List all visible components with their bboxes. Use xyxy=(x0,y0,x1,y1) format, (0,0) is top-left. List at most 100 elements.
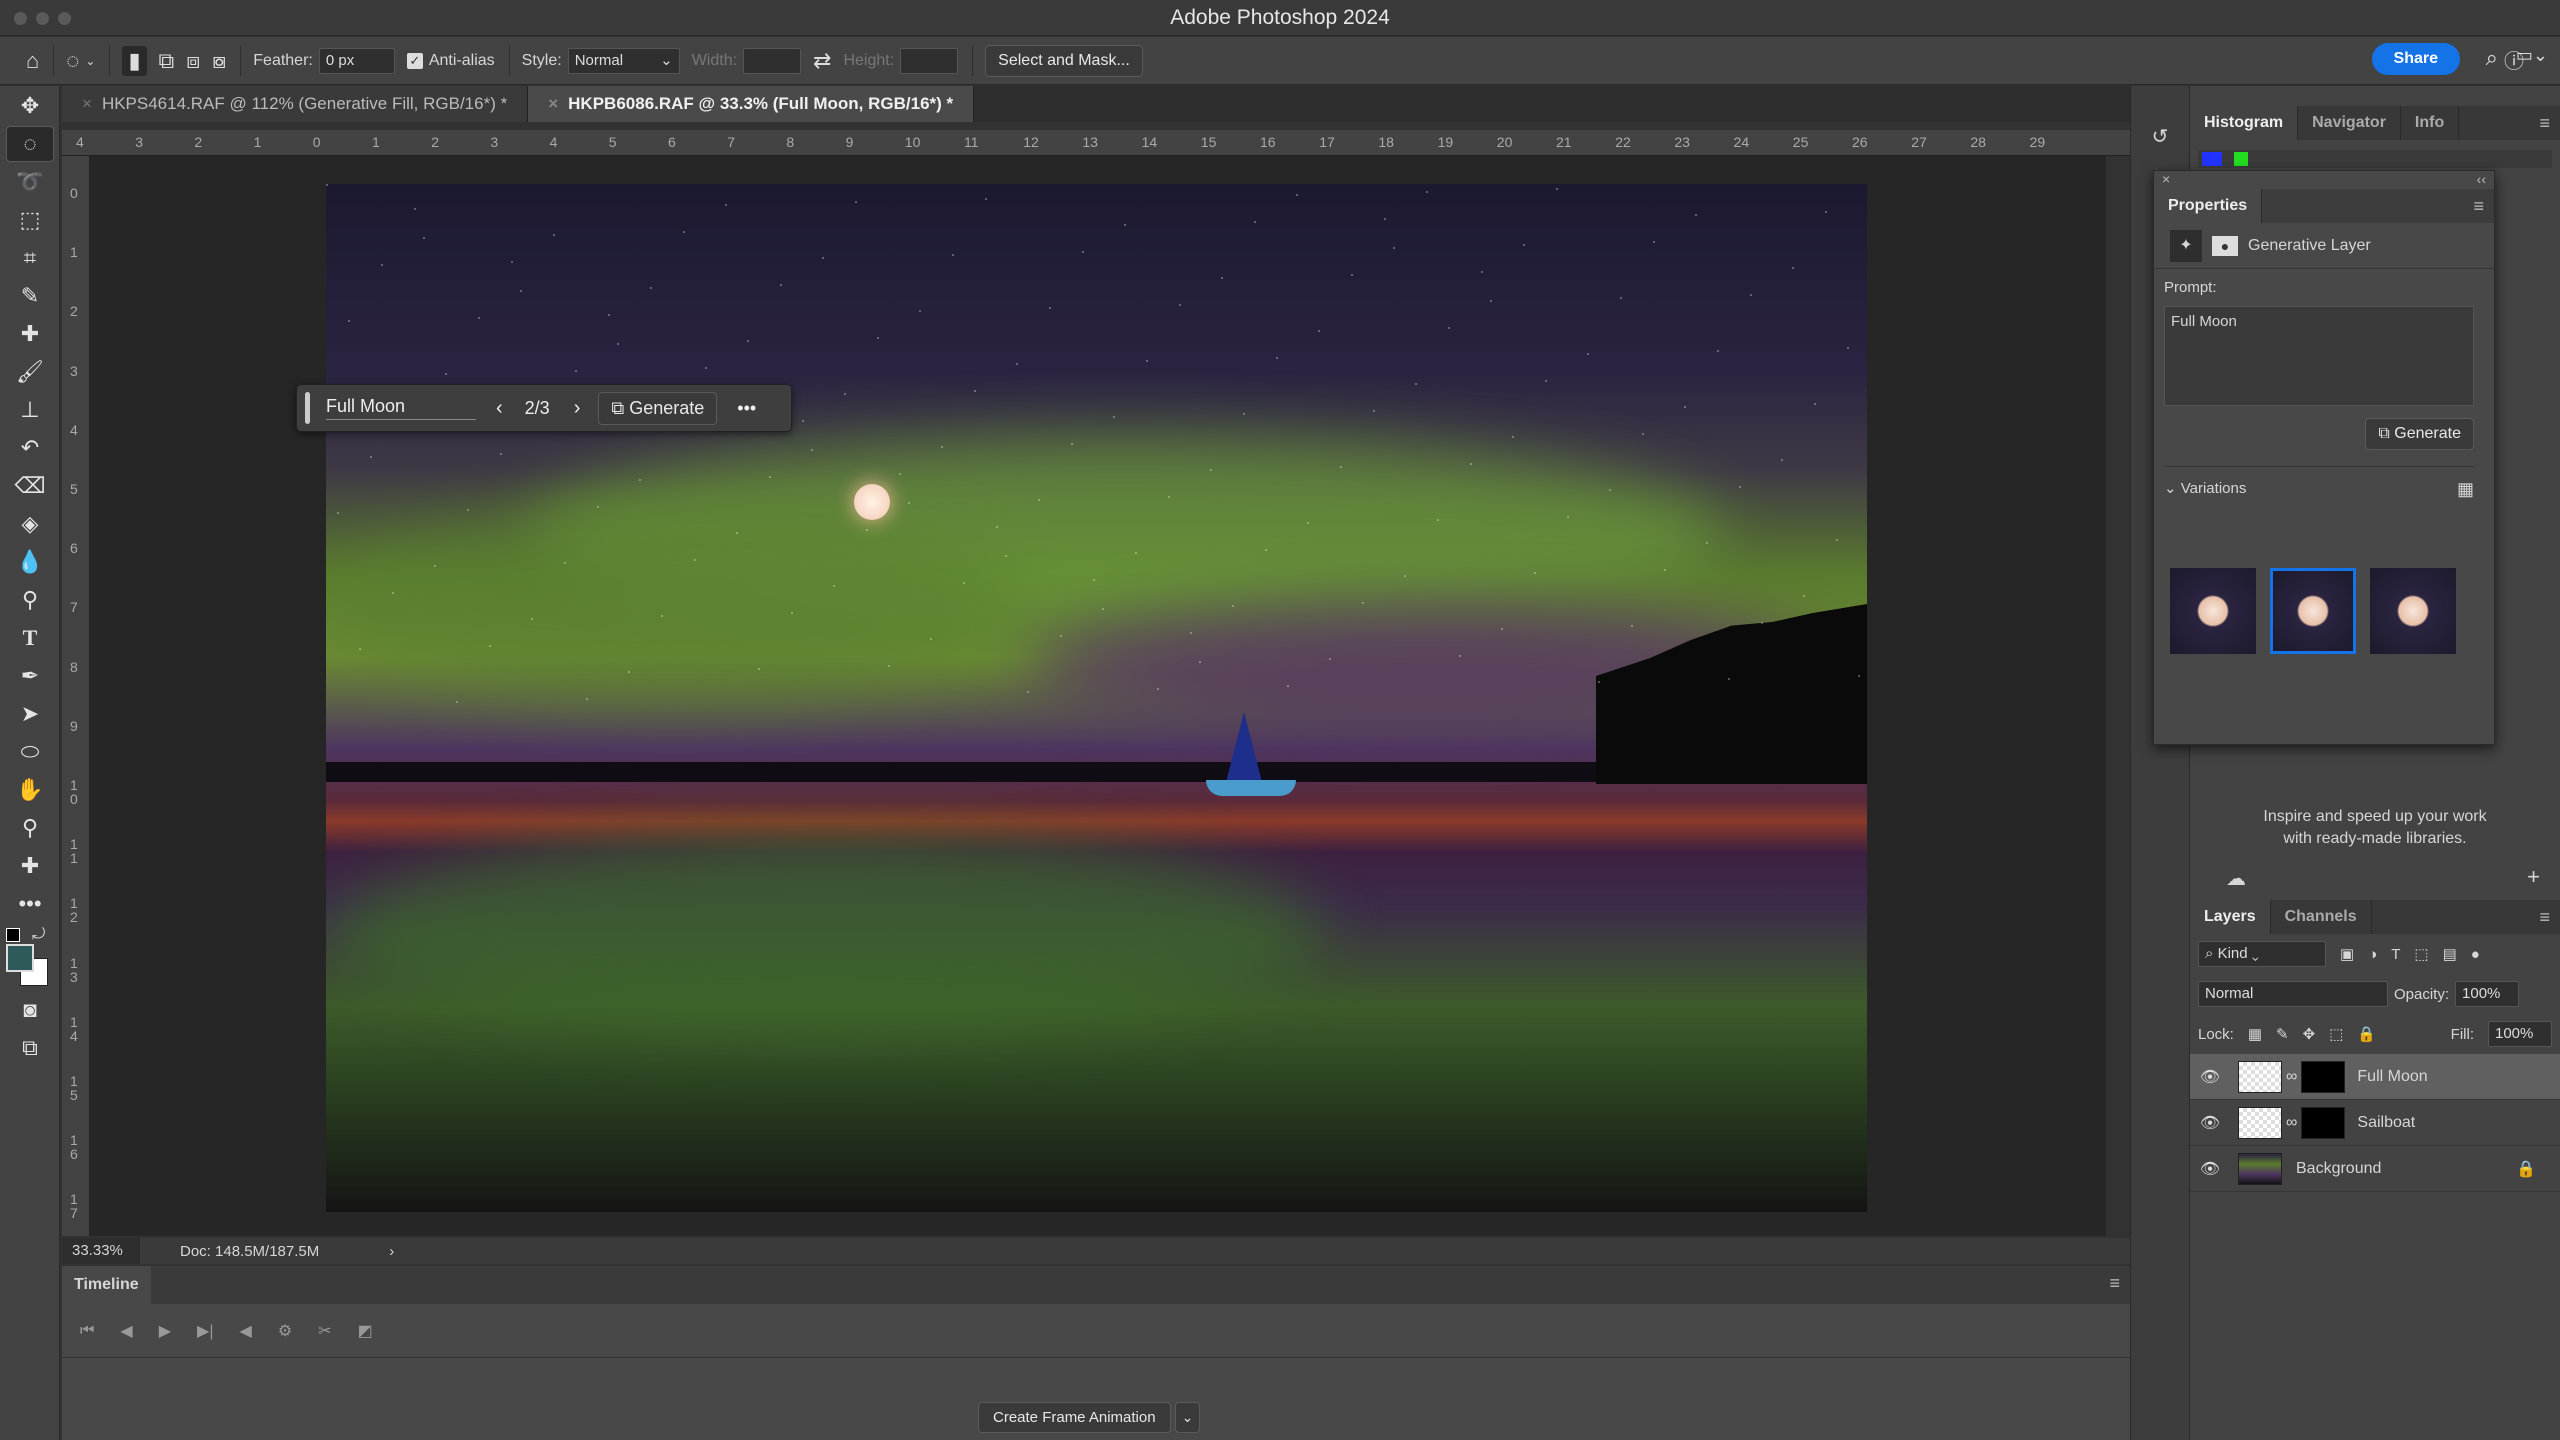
elliptical-marquee-preset-icon[interactable]: ◌ ⌄ xyxy=(66,48,95,74)
swap-colors-icon[interactable]: ⤾ xyxy=(32,926,45,944)
tab-info[interactable]: Info xyxy=(2401,106,2460,140)
link-icon[interactable]: ∞ xyxy=(2286,1068,2297,1086)
lock-artboard-icon[interactable]: ⬚ xyxy=(2329,1025,2343,1043)
previous-variation-button[interactable]: ‹ xyxy=(496,397,503,420)
timeline-tab[interactable]: Timeline xyxy=(62,1266,151,1304)
lock-transparent-icon[interactable]: ▦ xyxy=(2248,1025,2262,1043)
layer-sailboat[interactable]: 👁 ∞ Sailboat xyxy=(2190,1100,2560,1146)
add-library-icon[interactable]: + xyxy=(2527,864,2540,890)
panel-menu-icon[interactable]: ≡ xyxy=(2539,900,2550,934)
remove-tool-icon[interactable]: ✚ xyxy=(6,848,54,884)
tab-properties[interactable]: Properties xyxy=(2154,189,2263,223)
cloud-icon[interactable]: ☁ xyxy=(2226,866,2246,891)
next-variation-button[interactable]: › xyxy=(574,397,581,420)
animation-type-dropdown[interactable]: ⌄ xyxy=(1174,1402,1201,1433)
screen-mode-icon[interactable]: ⧉ xyxy=(6,1030,54,1066)
eraser-tool-icon[interactable]: ⌫ xyxy=(6,468,54,504)
workspace-icon[interactable]: ▭⌄ xyxy=(2516,45,2548,66)
height-input[interactable] xyxy=(900,47,959,74)
window-zoom-button[interactable] xyxy=(58,12,71,25)
tab-document-2[interactable]: × HKPB6086.RAF @ 33.3% (Full Moon, RGB/16… xyxy=(528,86,975,122)
zoom-tool-icon[interactable]: ⚲ xyxy=(6,810,54,846)
prompt-textarea[interactable]: Full Moon xyxy=(2164,306,2474,406)
window-close-button[interactable] xyxy=(14,12,27,25)
mask-icon[interactable]: ● xyxy=(2212,235,2238,256)
healing-brush-tool-icon[interactable]: ✚ xyxy=(6,316,54,352)
visibility-eye-icon[interactable]: 👁 xyxy=(2190,1159,2230,1179)
history-brush-tool-icon[interactable]: ↶ xyxy=(6,430,54,466)
panel-menu-icon[interactable]: ≡ xyxy=(2473,189,2484,223)
close-tab-icon[interactable]: × xyxy=(82,94,92,113)
generate-button[interactable]: ⧉ Generate xyxy=(598,391,718,425)
opacity-input[interactable]: 100% xyxy=(2455,981,2520,1007)
crop-tool-icon[interactable]: ⌗ xyxy=(6,240,54,276)
select-and-mask-button[interactable]: Select and Mask... xyxy=(985,44,1143,77)
first-frame-icon[interactable]: ⏮ xyxy=(80,1322,94,1340)
filter-shape-icon[interactable]: ⬚ xyxy=(2414,945,2428,963)
lasso-tool-icon[interactable]: ➰ xyxy=(6,164,54,200)
hand-tool-icon[interactable]: ✋ xyxy=(6,772,54,808)
eyedropper-tool-icon[interactable]: ✎ xyxy=(6,278,54,314)
tab-histogram[interactable]: Histogram xyxy=(2190,106,2299,140)
object-selection-tool-icon[interactable]: ⬚ xyxy=(6,202,54,238)
more-options-icon[interactable]: ••• xyxy=(737,398,756,419)
zoom-level[interactable]: 33.33% xyxy=(62,1238,140,1264)
next-frame-icon[interactable]: ▶| xyxy=(197,1321,213,1341)
variation-thumbnail-1[interactable] xyxy=(2170,568,2256,654)
add-to-selection-icon[interactable]: ⧉ xyxy=(159,48,175,74)
prompt-input[interactable]: Full Moon xyxy=(326,396,476,420)
style-select[interactable]: Normal ⌄ xyxy=(567,47,680,74)
settings-icon[interactable]: ⚙ xyxy=(278,1321,292,1341)
document-image[interactable] xyxy=(326,184,1867,1212)
filter-adjustment-icon[interactable]: ◑ xyxy=(2368,946,2377,963)
feather-input[interactable]: 0 px xyxy=(318,47,395,74)
collapse-panel-icon[interactable]: ‹‹ xyxy=(2477,171,2486,189)
swap-dimensions-icon[interactable]: ⇄ xyxy=(813,48,831,74)
panel-menu-icon[interactable]: ≡ xyxy=(2539,106,2550,140)
transition-icon[interactable]: ◩ xyxy=(358,1321,373,1341)
lock-all-icon[interactable]: 🔒 xyxy=(2357,1025,2376,1043)
elliptical-marquee-tool-icon[interactable]: ◌ xyxy=(6,126,54,162)
dodge-tool-icon[interactable]: ⚲ xyxy=(6,582,54,618)
new-selection-icon[interactable]: ▮ xyxy=(122,45,147,76)
properties-generate-button[interactable]: ⧉ Generate xyxy=(2365,418,2474,450)
layer-full-moon[interactable]: 👁 ∞ Full Moon xyxy=(2190,1054,2560,1100)
tab-document-1[interactable]: × HKPS4614.RAF @ 112% (Generative Fill, R… xyxy=(62,86,529,122)
status-menu-icon[interactable]: › xyxy=(389,1243,394,1260)
blend-mode-select[interactable]: Normal xyxy=(2198,981,2388,1007)
clone-stamp-tool-icon[interactable]: ⊥ xyxy=(6,392,54,428)
previous-frame-icon[interactable]: ◀ xyxy=(120,1321,132,1341)
default-colors-icon[interactable] xyxy=(6,928,20,942)
subtract-selection-icon[interactable]: ⧈ xyxy=(186,48,200,74)
layer-filter-select[interactable]: ⌕ Kind ⌄ xyxy=(2198,941,2326,967)
filter-type-icon[interactable]: T xyxy=(2391,946,2400,963)
close-tab-icon[interactable]: × xyxy=(548,94,558,113)
tab-navigator[interactable]: Navigator xyxy=(2298,106,2401,140)
visibility-eye-icon[interactable]: 👁 xyxy=(2190,1067,2230,1087)
share-button[interactable]: Share xyxy=(2371,43,2460,75)
path-selection-tool-icon[interactable]: ➤ xyxy=(6,696,54,732)
quick-mask-icon[interactable]: ◙ xyxy=(6,992,54,1028)
window-minimize-button[interactable] xyxy=(36,12,49,25)
width-input[interactable] xyxy=(743,47,802,74)
intersect-selection-icon[interactable]: ⧇ xyxy=(212,48,226,74)
type-tool-icon[interactable]: T xyxy=(6,620,54,656)
grid-view-icon[interactable]: ▦ xyxy=(2457,479,2474,500)
tab-channels[interactable]: Channels xyxy=(2271,900,2372,934)
blur-tool-icon[interactable]: 💧 xyxy=(6,544,54,580)
filter-pixel-icon[interactable]: ▣ xyxy=(2340,945,2354,963)
play-icon[interactable]: ▶ xyxy=(159,1321,171,1341)
home-icon[interactable]: ⌂ xyxy=(26,48,39,74)
move-tool-icon[interactable]: ✥ xyxy=(6,88,54,124)
variation-thumbnail-2[interactable] xyxy=(2270,568,2356,654)
lock-position-icon[interactable]: ✥ xyxy=(2303,1025,2316,1043)
filter-smart-object-icon[interactable]: ▤ xyxy=(2443,945,2457,963)
antialias-checkbox[interactable]: ✓ xyxy=(406,52,423,69)
create-frame-animation-button[interactable]: Create Frame Animation xyxy=(978,1402,1171,1433)
fill-input[interactable]: 100% xyxy=(2488,1021,2552,1047)
filter-toggle[interactable]: ● xyxy=(2471,946,2480,963)
close-panel-icon[interactable]: × xyxy=(2162,171,2170,189)
split-icon[interactable]: ✂ xyxy=(318,1321,331,1341)
ellipse-tool-icon[interactable]: ⬭ xyxy=(6,734,54,770)
drag-handle[interactable] xyxy=(305,392,310,424)
